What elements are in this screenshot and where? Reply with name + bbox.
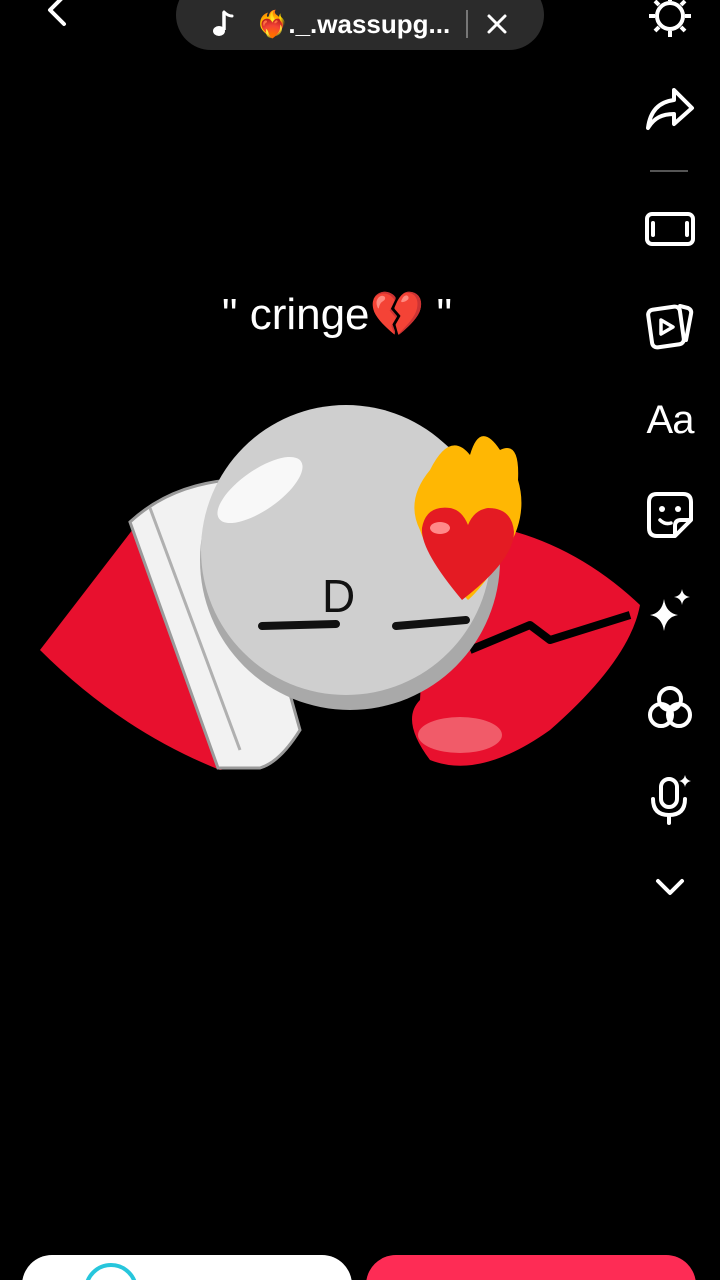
- music-note-icon: [210, 10, 234, 38]
- sticker-mouth: D: [322, 570, 355, 622]
- more-tools-button[interactable]: [642, 859, 698, 915]
- close-icon: [487, 14, 507, 34]
- next-button[interactable]: [366, 1255, 696, 1280]
- sticker-image[interactable]: D: [30, 400, 660, 790]
- sticker-highlight: [418, 717, 502, 753]
- share-arrow-icon: [646, 88, 694, 130]
- remove-sound-button[interactable]: [482, 9, 512, 39]
- pill-divider: [466, 10, 468, 38]
- flaming-heart-shine: [430, 522, 450, 534]
- back-button[interactable]: [30, 0, 86, 38]
- arrow-left-icon: [48, 0, 66, 26]
- settings-button[interactable]: [642, 0, 698, 44]
- avatar-ring: [84, 1263, 138, 1280]
- your-story-button[interactable]: [22, 1255, 352, 1280]
- add-sound-pill[interactable]: ❤️‍🔥._.wassupg...: [176, 0, 544, 50]
- chevron-down-icon: [656, 879, 684, 895]
- sound-title: ❤️‍🔥._.wassupg...: [256, 8, 451, 39]
- editor-screen: ❤️‍🔥._.wassupg...: [0, 0, 720, 1280]
- share-button[interactable]: [642, 80, 698, 136]
- caption-text-overlay[interactable]: " cringe💔 ": [0, 288, 674, 340]
- aspect-ratio-button[interactable]: [642, 201, 698, 257]
- aspect-ratio-icon: [645, 212, 695, 246]
- toolbar-divider: [650, 170, 688, 172]
- gear-icon: [649, 0, 691, 37]
